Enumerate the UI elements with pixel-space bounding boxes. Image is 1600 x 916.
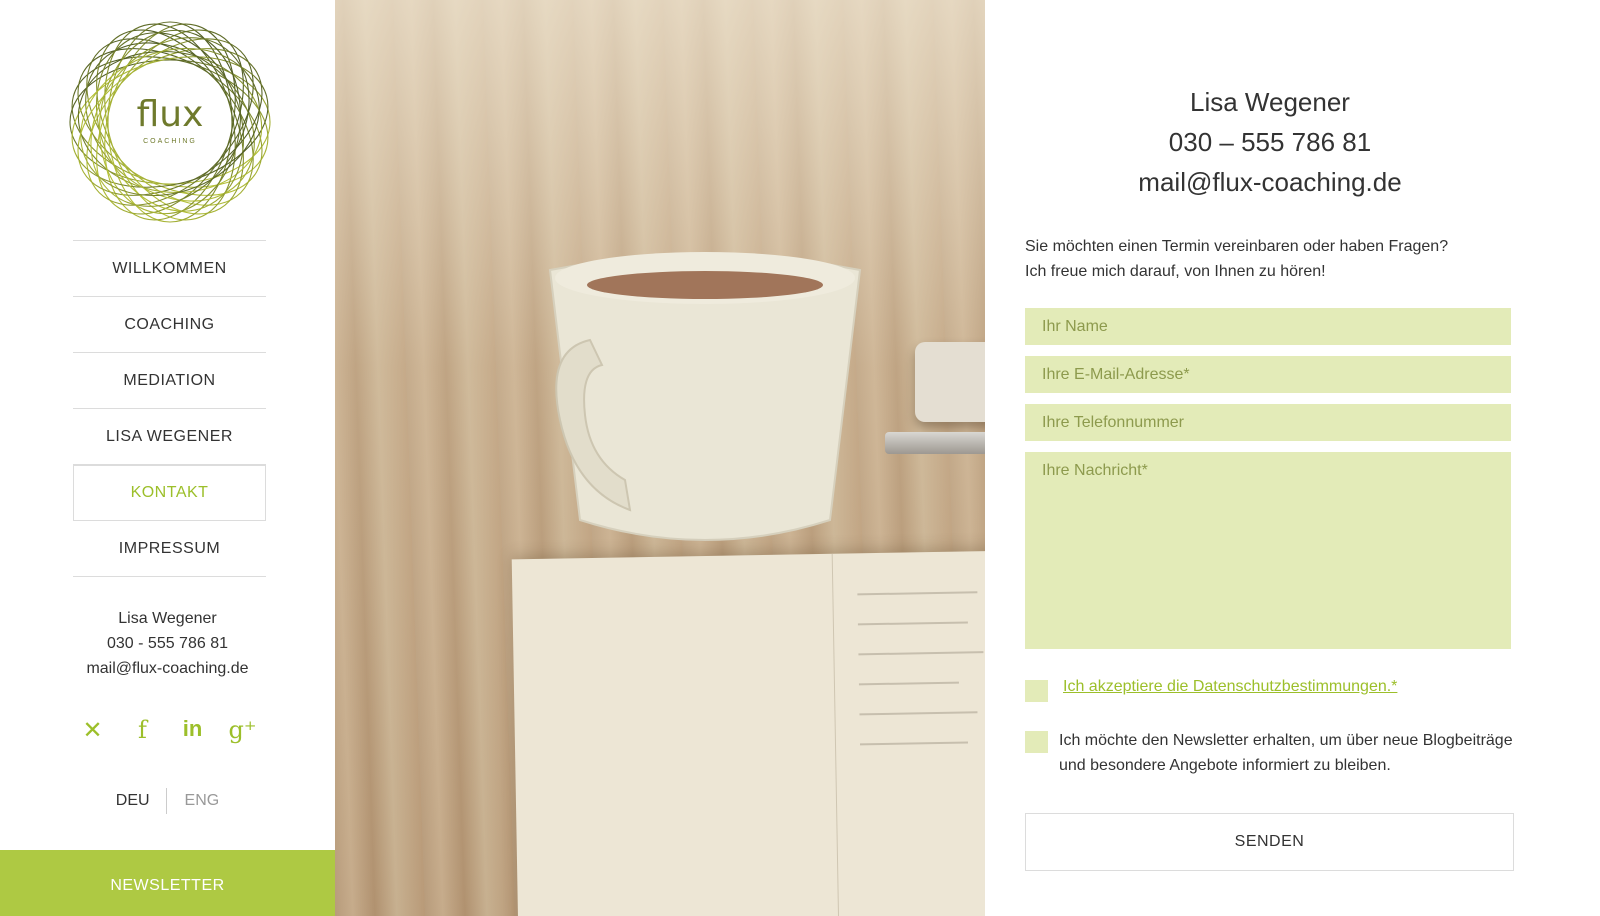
nav-item-impressum[interactable]: IMPRESSUM — [73, 521, 266, 577]
contact-intro: Sie möchten einen Termin vereinbaren ode… — [1025, 234, 1545, 284]
send-button[interactable]: SENDEN — [1025, 813, 1514, 871]
hero-photo — [335, 0, 985, 916]
sidebar-contact-name: Lisa Wegener — [118, 610, 217, 627]
language-eng[interactable]: ENG — [167, 792, 220, 810]
xing-icon[interactable]: ✕ — [79, 716, 107, 744]
sidebar-contact-info: Lisa Wegener 030 - 555 786 81 mail@flux-… — [0, 606, 335, 681]
phone-input[interactable] — [1025, 404, 1511, 441]
nav-item-lisa-wegener[interactable]: LISA WEGENER — [73, 409, 266, 465]
sidebar: flux COACHING WILLKOMMEN COACHING MEDIAT… — [0, 0, 335, 916]
social-links: ✕ f in g⁺ — [0, 716, 335, 744]
flux-coaching-logo[interactable]: flux COACHING — [60, 16, 280, 228]
name-input[interactable] — [1025, 308, 1511, 345]
newspaper-image — [511, 550, 985, 916]
sidebar-contact-email[interactable]: mail@flux-coaching.de — [0, 656, 335, 681]
language-deu[interactable]: DEU — [116, 792, 166, 810]
linkedin-icon[interactable]: in — [179, 716, 207, 744]
language-switcher: DEU ENG — [0, 788, 335, 814]
message-textarea[interactable] — [1025, 452, 1511, 649]
facebook-icon[interactable]: f — [129, 716, 157, 744]
newsletter-button[interactable]: NEWSLETTER — [0, 850, 335, 916]
contact-phone: 030 – 555 786 81 — [1168, 127, 1372, 157]
coffee-cup-image — [548, 252, 862, 541]
google-plus-icon[interactable]: g⁺ — [229, 716, 257, 744]
contact-header: Lisa Wegener 030 – 555 786 81 mail@flux-… — [985, 82, 1555, 202]
newsletter-checkbox[interactable] — [1025, 731, 1048, 753]
nav-item-kontakt[interactable]: KONTAKT — [73, 465, 266, 521]
email-input[interactable] — [1025, 356, 1511, 393]
logo-subtitle: COACHING — [143, 138, 197, 145]
contact-email[interactable]: mail@flux-coaching.de — [985, 162, 1555, 202]
nav-item-willkommen[interactable]: WILLKOMMEN — [73, 241, 266, 297]
pen-image — [885, 432, 985, 454]
contact-name: Lisa Wegener — [1190, 87, 1350, 117]
privacy-checkbox[interactable] — [1025, 680, 1048, 702]
newsletter-label: Ich möchte den Newsletter erhalten, um ü… — [1059, 732, 1513, 774]
main-navigation: WILLKOMMEN COACHING MEDIATION LISA WEGEN… — [73, 240, 266, 577]
intro-line-2: Ich freue mich darauf, von Ihnen zu höre… — [1025, 263, 1326, 280]
sidebar-contact-phone: 030 - 555 786 81 — [107, 635, 228, 652]
logo-text: flux — [136, 94, 204, 135]
intro-line-1: Sie möchten einen Termin vereinbaren ode… — [1025, 238, 1449, 255]
phone-image — [915, 342, 985, 422]
privacy-link[interactable]: Ich akzeptiere die Datenschutzbestimmung… — [1063, 678, 1397, 696]
nav-item-mediation[interactable]: MEDIATION — [73, 353, 266, 409]
contact-section: Lisa Wegener 030 – 555 786 81 mail@flux-… — [985, 0, 1600, 916]
nav-item-coaching[interactable]: COACHING — [73, 297, 266, 353]
